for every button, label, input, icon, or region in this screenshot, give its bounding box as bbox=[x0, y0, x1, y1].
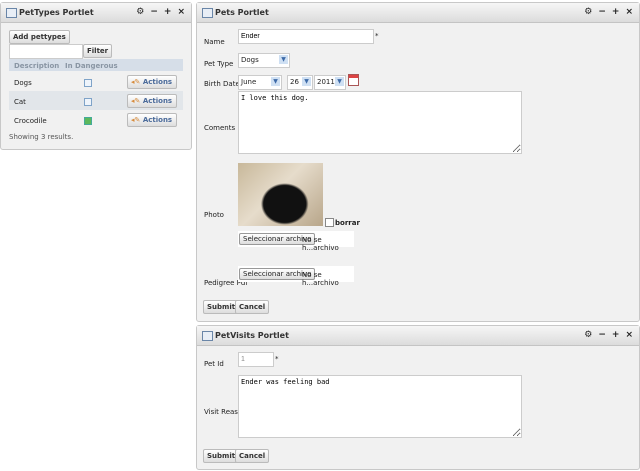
petid-label: Pet Id bbox=[204, 360, 224, 368]
table-header: Description In Dangerous bbox=[9, 59, 183, 71]
cancel-button[interactable]: Cancel bbox=[235, 300, 270, 314]
calendar-icon[interactable] bbox=[348, 74, 359, 86]
comments-label: Coments bbox=[204, 124, 236, 132]
name-input[interactable] bbox=[238, 29, 374, 44]
portlet-header: Pets Portlet ⚙ − + × bbox=[197, 3, 639, 23]
wrench-icon: ◂✎ bbox=[131, 97, 143, 105]
year-select[interactable]: 2011 ▼ bbox=[314, 75, 346, 90]
table-row: Dogs ◂✎ Actions bbox=[9, 72, 183, 91]
pettype-label: Pet Type bbox=[204, 60, 234, 68]
comments-textarea[interactable]: I love this dog. bbox=[238, 91, 522, 154]
submit-button[interactable]: Submit bbox=[203, 449, 240, 463]
portlet-title: PetVisits Portlet bbox=[215, 331, 289, 340]
chevron-down-icon: ▼ bbox=[335, 77, 344, 86]
dangerous-checkbox bbox=[84, 79, 92, 87]
portlet-title: Pets Portlet bbox=[215, 8, 269, 17]
portlet-header: PetVisits Portlet ⚙ − + × bbox=[197, 326, 639, 346]
dangerous-checkbox bbox=[84, 117, 92, 125]
actions-button[interactable]: ◂✎ Actions bbox=[127, 113, 177, 127]
borrar-label: borrar bbox=[335, 219, 360, 227]
portlet-icon bbox=[202, 8, 213, 18]
pettype-description: Dogs bbox=[14, 79, 32, 87]
day-select[interactable]: 26 ▼ bbox=[287, 75, 313, 90]
required-marker: * bbox=[375, 32, 379, 40]
maximize-icon[interactable]: + bbox=[164, 7, 172, 17]
cancel-button[interactable]: Cancel bbox=[235, 449, 270, 463]
pedigree-file-input[interactable]: Seleccionar archivo No se h...archivo bbox=[238, 266, 354, 287]
pettype-select[interactable]: Dogs ▼ bbox=[238, 53, 290, 68]
column-dangerous[interactable]: In Dangerous bbox=[65, 62, 118, 70]
column-description[interactable]: Description bbox=[14, 62, 59, 70]
table-row: Cat ◂✎ Actions bbox=[9, 91, 183, 110]
config-icon[interactable]: ⚙ bbox=[584, 7, 592, 17]
wrench-icon: ◂✎ bbox=[131, 116, 143, 124]
chevron-down-icon: ▼ bbox=[279, 55, 288, 64]
close-icon[interactable]: × bbox=[625, 7, 633, 17]
minimize-icon[interactable]: − bbox=[598, 7, 606, 17]
actions-button[interactable]: ◂✎ Actions bbox=[127, 75, 177, 89]
close-icon[interactable]: × bbox=[625, 330, 633, 340]
minimize-icon[interactable]: − bbox=[150, 7, 158, 17]
pettypes-portlet: PetTypes Portlet ⚙ − + × Add pettypes Filte… bbox=[0, 2, 192, 150]
table-row: Crocodile ◂✎ Actions bbox=[9, 110, 183, 129]
minimize-icon[interactable]: − bbox=[598, 330, 606, 340]
actions-button[interactable]: ◂✎ Actions bbox=[127, 94, 177, 108]
filter-input[interactable] bbox=[9, 44, 83, 59]
config-icon[interactable]: ⚙ bbox=[584, 330, 592, 340]
name-label: Name bbox=[204, 38, 225, 46]
portlet-title: PetTypes Portlet bbox=[19, 8, 94, 17]
pettype-description: Crocodile bbox=[14, 117, 47, 125]
maximize-icon[interactable]: + bbox=[612, 7, 620, 17]
pets-portlet: Pets Portlet ⚙−+× Name * Pet Type Dogs▼ … bbox=[196, 2, 640, 322]
portlet-icon bbox=[6, 8, 17, 18]
maximize-icon[interactable]: + bbox=[612, 330, 620, 340]
petvisits-portlet: PetVisits Portlet ⚙−+× Pet Id * Visit Re… bbox=[196, 325, 640, 470]
filter-button[interactable]: Filter bbox=[83, 44, 113, 58]
petid-input[interactable] bbox=[238, 352, 274, 367]
close-icon[interactable]: × bbox=[177, 7, 185, 17]
chevron-down-icon: ▼ bbox=[271, 77, 280, 86]
reason-textarea[interactable]: Ender was feeling bad bbox=[238, 375, 522, 438]
wrench-icon: ◂✎ bbox=[131, 78, 143, 86]
month-select[interactable]: June ▼ bbox=[238, 75, 282, 90]
config-icon[interactable]: ⚙ bbox=[136, 7, 144, 17]
borrar-checkbox[interactable] bbox=[325, 218, 334, 227]
dangerous-checkbox bbox=[84, 98, 92, 106]
submit-button[interactable]: Submit bbox=[203, 300, 240, 314]
add-pettypes-button[interactable]: Add pettypes bbox=[9, 30, 70, 44]
photo-file-input[interactable]: Seleccionar archivo No se h...archivo bbox=[238, 231, 354, 252]
portlet-icon bbox=[202, 331, 213, 341]
chevron-down-icon: ▼ bbox=[302, 77, 311, 86]
pet-photo bbox=[238, 163, 323, 226]
required-marker: * bbox=[275, 355, 279, 363]
photo-label: Photo bbox=[204, 211, 224, 219]
pettype-description: Cat bbox=[14, 98, 26, 106]
birthdate-label: Birth Date bbox=[204, 80, 240, 88]
results-count: Showing 3 results. bbox=[9, 133, 74, 141]
portlet-header: PetTypes Portlet ⚙ − + × bbox=[1, 3, 191, 23]
